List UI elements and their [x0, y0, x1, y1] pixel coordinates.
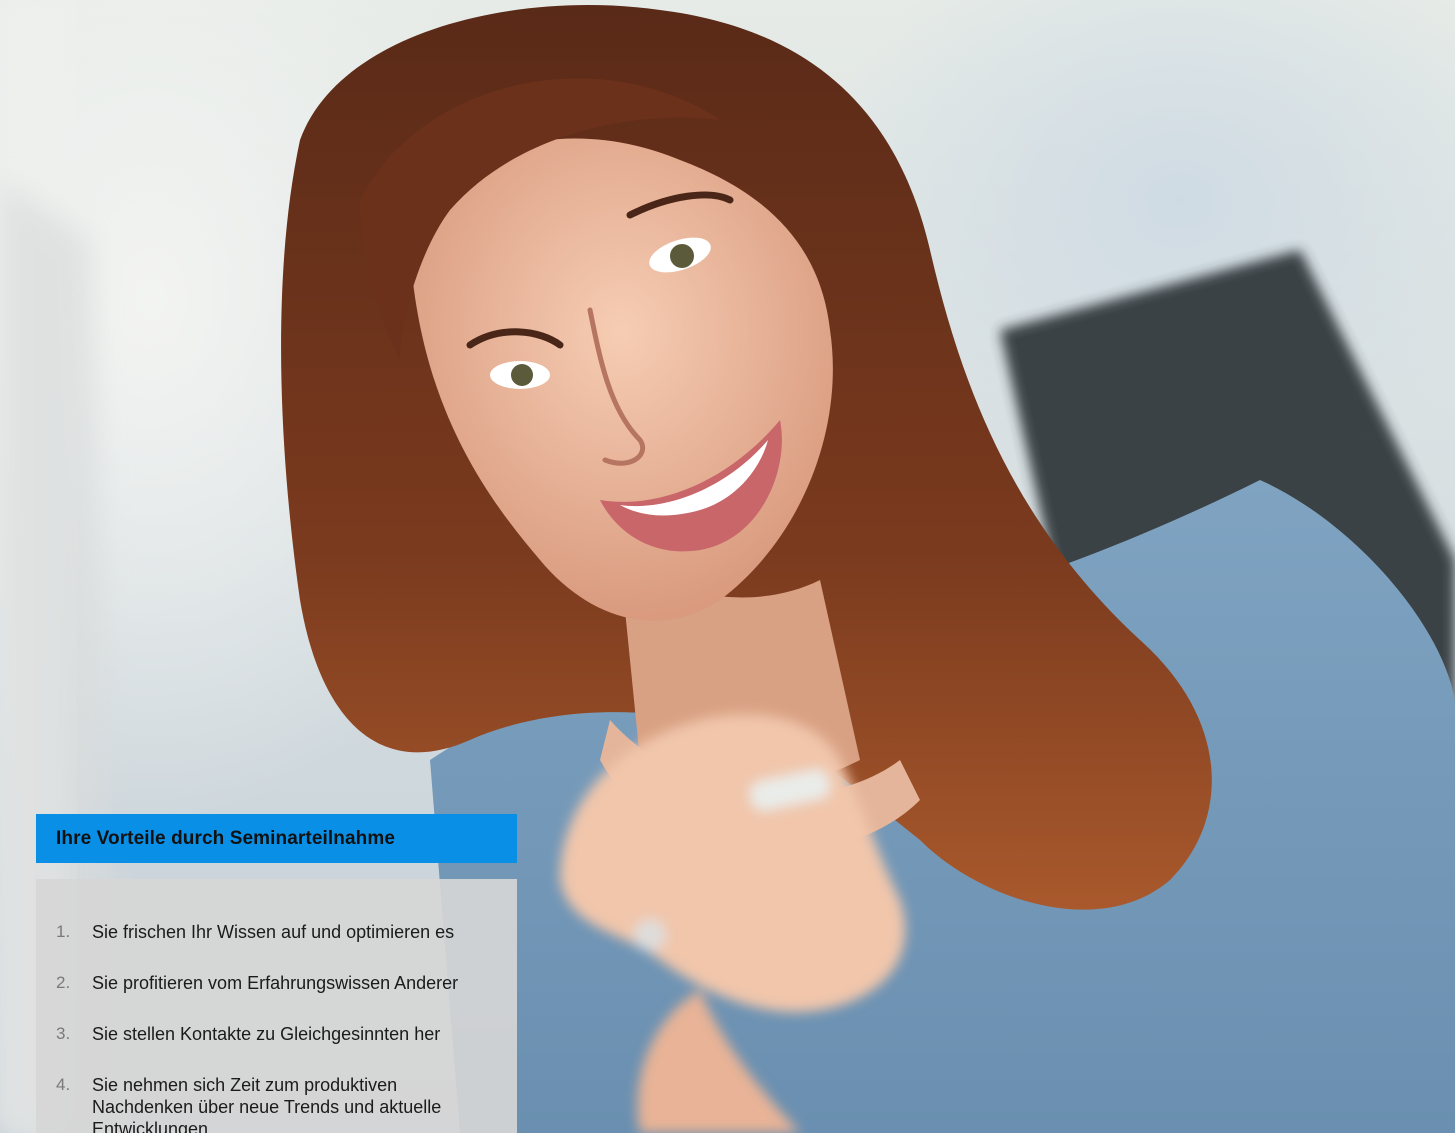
left-iris: [511, 364, 533, 386]
list-item-number: 3.: [56, 1024, 71, 1043]
list-item-text: Sie profitieren vom Erfahrungswissen And…: [92, 973, 459, 993]
right-iris: [670, 244, 694, 268]
list-item: 3. Sie stellen Kontakte zu Gleichgesinnt…: [56, 1023, 499, 1045]
list-item-number: 4.: [56, 1075, 71, 1094]
list-item: 2. Sie profitieren vom Erfahrungswissen …: [56, 972, 499, 994]
page: Ihre Vorteile durch Seminarteilnahme 1. …: [0, 0, 1455, 1133]
benefits-title: Ihre Vorteile durch Seminarteilnahme: [56, 828, 396, 849]
list-item-text: Sie stellen Kontakte zu Gleichgesinnten …: [92, 1024, 441, 1044]
benefits-header: Ihre Vorteile durch Seminarteilnahme: [36, 814, 517, 863]
list-item-number: 2.: [56, 973, 71, 992]
list-item-text: Sie nehmen sich Zeit zum produktiven Nac…: [92, 1075, 442, 1133]
list-item: 4. Sie nehmen sich Zeit zum produktiven …: [56, 1074, 499, 1133]
benefits-list: 1. Sie frischen Ihr Wissen auf und optim…: [36, 879, 517, 1133]
list-item-text: Sie frischen Ihr Wissen auf und optimier…: [92, 922, 455, 942]
list-item: 1. Sie frischen Ihr Wissen auf und optim…: [56, 921, 499, 943]
list-item-number: 1.: [56, 922, 71, 941]
